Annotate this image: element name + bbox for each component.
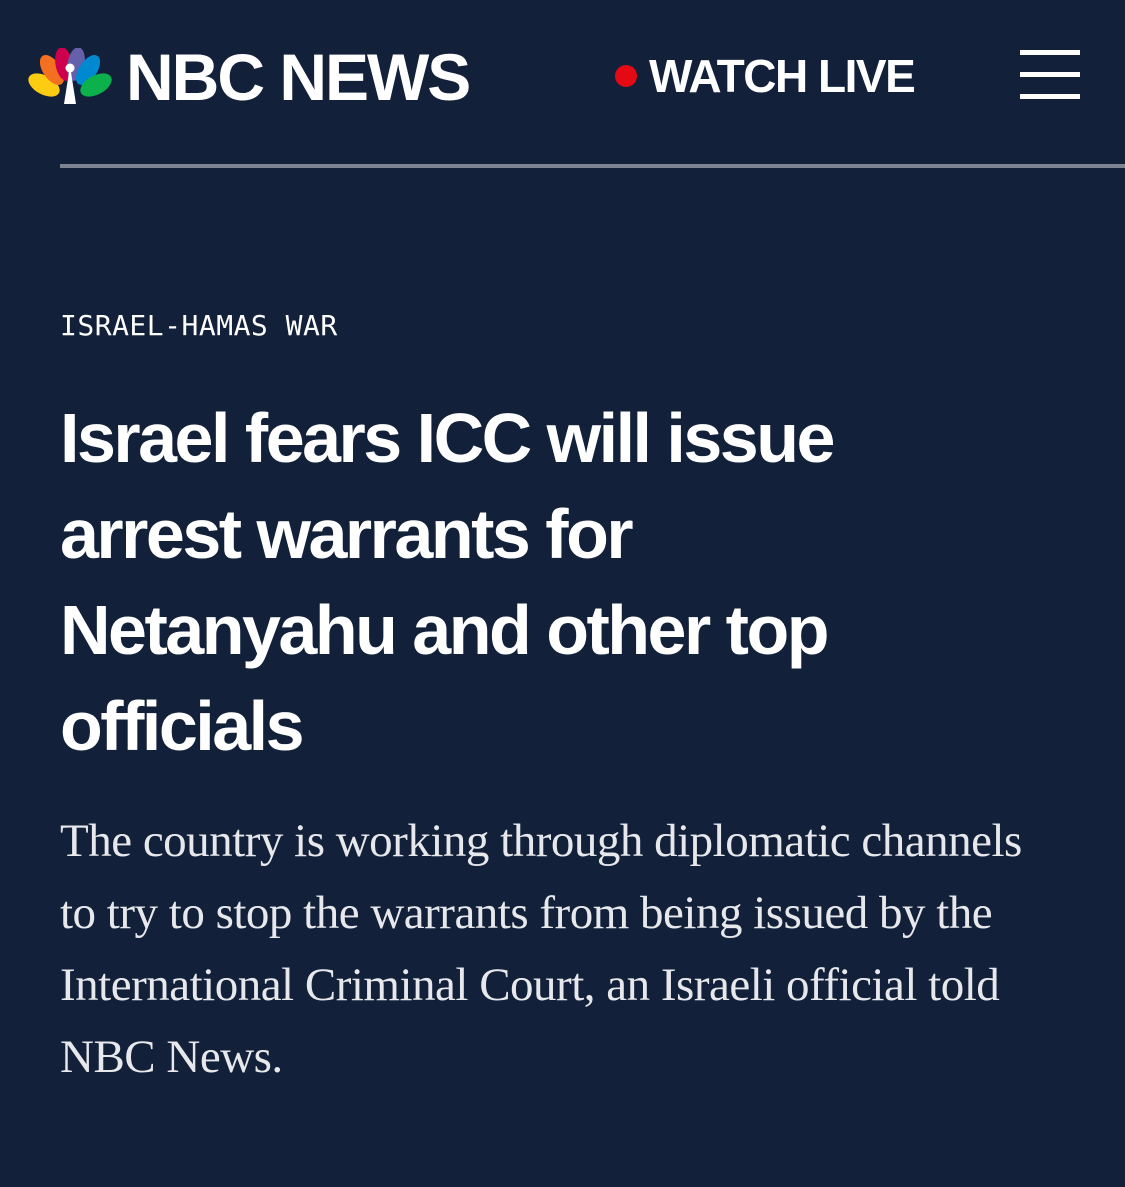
menu-line-middle — [1020, 72, 1080, 77]
watch-live-button[interactable]: WATCH LIVE — [615, 50, 916, 102]
article-headline: Israel fears ICC will issue arrest warra… — [60, 399, 835, 765]
nbc-news-logo[interactable]: NBC NEWS — [28, 40, 471, 114]
article-category-link[interactable]: ISRAEL-HAMAS WAR — [60, 309, 338, 343]
site-header: NBC NEWS WATCH LIVE — [0, 0, 1125, 164]
live-dot-icon — [615, 65, 637, 87]
menu-line-bottom — [1020, 94, 1080, 99]
peacock-icon — [28, 48, 112, 104]
watch-live-label: WATCH LIVE — [649, 50, 916, 102]
menu-line-top — [1020, 50, 1080, 55]
article-dek: The country is working through diplomati… — [60, 815, 1022, 1083]
hamburger-menu-icon[interactable] — [1020, 50, 1080, 100]
header-divider — [60, 164, 1125, 168]
brand-wordmark: NBC NEWS — [126, 40, 471, 114]
